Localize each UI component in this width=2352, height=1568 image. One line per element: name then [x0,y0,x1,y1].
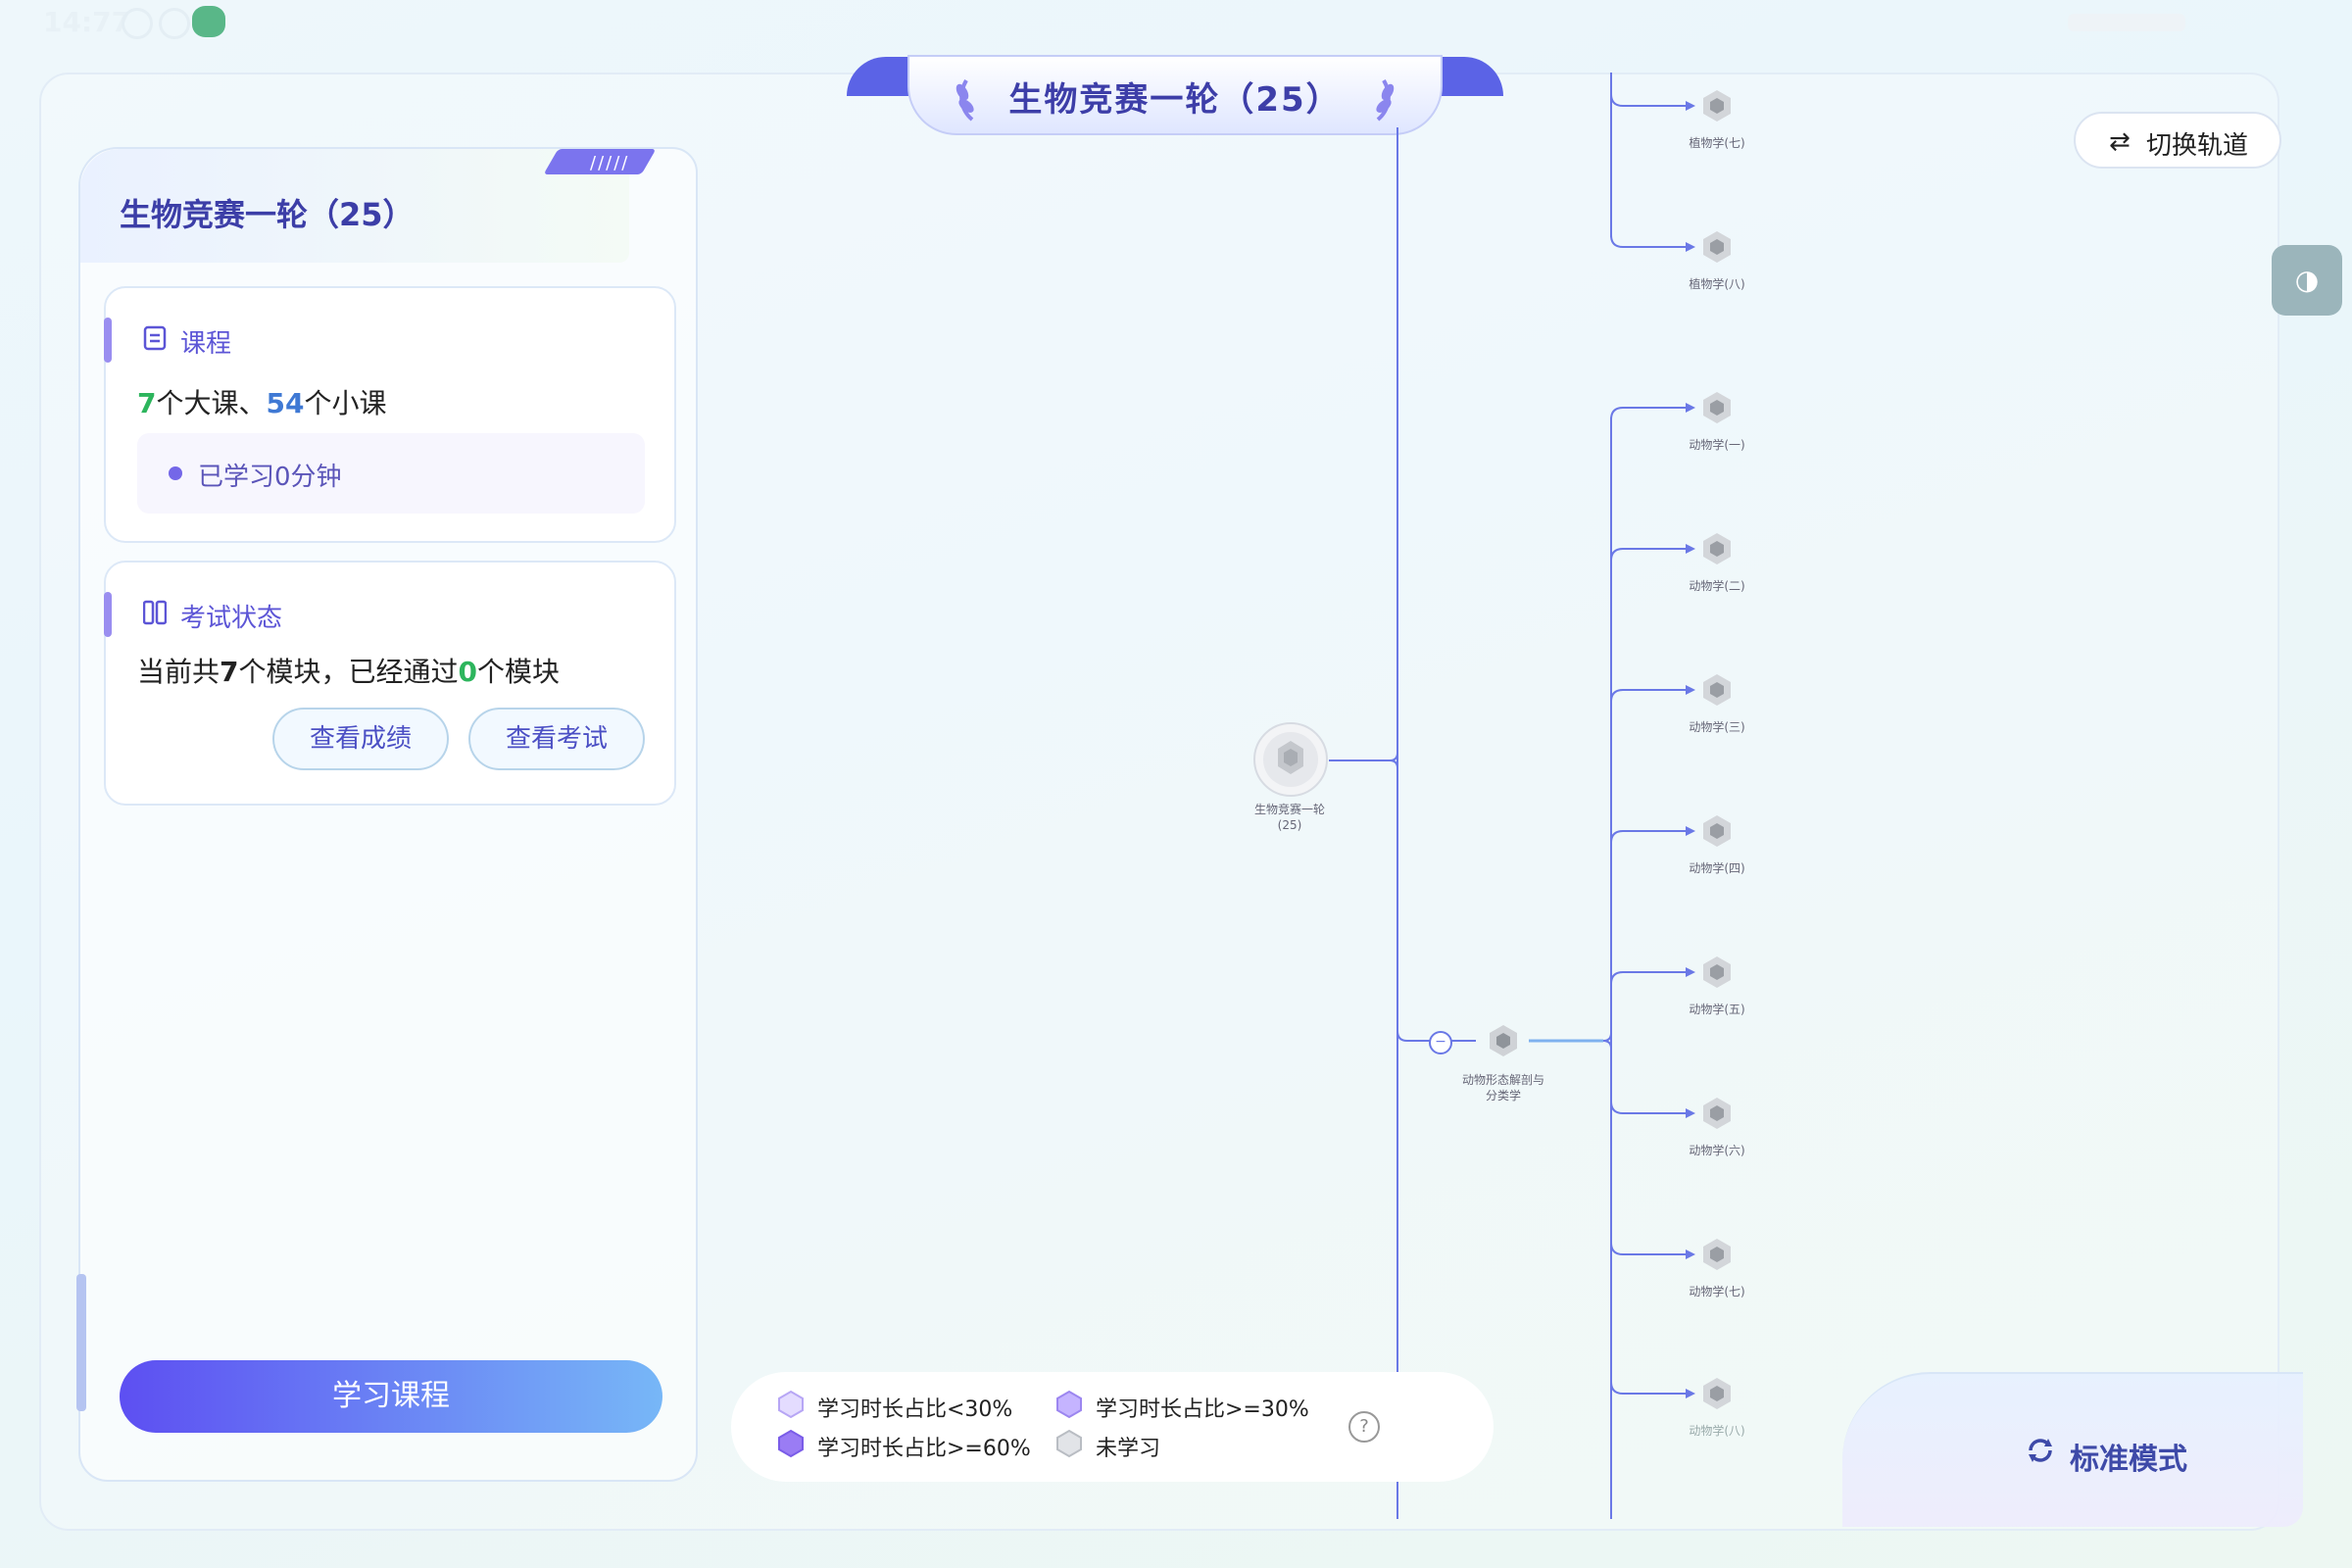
exam-text-suffix: 个模块 [477,656,561,688]
leaf-node-icon[interactable] [1695,670,1739,710]
progress-legend: 学习时长占比<30% 学习时长占比>=30% 学习时长占比>=60% 未学习 ? [731,1372,1494,1482]
leaf-node-label: 动物学(五) [1689,1003,1745,1016]
course-card-title: 课程 [180,329,232,359]
mode-panel[interactable]: 标准模式 [1842,1372,2303,1527]
modules-total: 7 [220,656,239,688]
branch-node-icon[interactable] [1482,1021,1525,1060]
small-course-count: 54 [266,387,305,419]
sync-icon [159,8,190,39]
leaf-node-icon[interactable] [1695,86,1739,125]
big-course-count: 7 [137,387,157,419]
card-accent [104,592,112,637]
studied-time-box: 已学习0分钟 [137,433,645,514]
status-time: 14:77 [43,6,131,38]
leaf-node-label: 动物学(八) [1689,1424,1745,1438]
laurel-right-icon [1376,79,1395,122]
leaf-node-icon[interactable] [1695,388,1739,427]
standard-mode-label: 标准模式 [2070,1443,2187,1477]
header-decoration-stripes: ///// [590,153,630,173]
branch-label-line2: 分类学 [1485,1089,1521,1102]
root-label-line2: (25) [1277,818,1302,832]
document-icon [143,325,167,351]
alarm-icon [122,8,153,39]
leaf-node-icon[interactable] [1695,1374,1739,1413]
swap-icon: ⇄ [2109,127,2131,157]
branch-node-label: 动物形态解剖与 分类学 [1445,1072,1562,1103]
app-notification-icon [192,6,225,37]
leaf-node-icon[interactable] [1695,227,1739,267]
big-course-suffix: 个大课、 [156,387,267,419]
gem-none-icon [1056,1429,1082,1458]
refresh-icon [2029,1439,2052,1462]
card-accent [104,318,112,363]
view-score-button[interactable]: 查看成绩 [272,708,449,770]
exam-card-title: 考试状态 [180,604,283,633]
studied-time: 已学习0分钟 [198,463,342,492]
panel-title: 生物竞赛一轮（25） [120,196,415,233]
gem-high-icon [778,1429,804,1458]
help-icon[interactable]: ? [1348,1411,1380,1443]
exam-status-card: 考试状态 当前共7个模块，已经通过0个模块 查看成绩 查看考试 [104,561,676,806]
branch-collapse-toggle[interactable]: − [1429,1031,1452,1054]
leaf-node-label: 动物学(三) [1689,720,1745,734]
switch-track-button[interactable]: ⇄ 切换轨道 [2074,112,2281,169]
panel-edge-tab [76,1274,86,1411]
leaf-node-label: 动物学(七) [1689,1285,1745,1298]
leaf-node-label: 植物学(七) [1689,136,1745,150]
course-card: 课程 7个大课、54个小课 已学习0分钟 [104,286,676,543]
bullet-dot [169,466,182,480]
contrast-toggle-button[interactable]: ◑ [2272,245,2342,316]
gem-low-icon [778,1390,804,1419]
study-course-button[interactable]: 学习课程 [120,1360,662,1433]
leaf-node-icon[interactable] [1695,529,1739,568]
legend-item-low: 学习时长占比<30% [817,1397,1013,1422]
leaf-node-icon[interactable] [1695,1235,1739,1274]
branch-label-line1: 动物形态解剖与 [1461,1073,1544,1087]
gem-mid-icon [1056,1390,1082,1419]
root-node-icon[interactable] [1252,721,1329,798]
legend-item-high: 学习时长占比>=60% [817,1437,1031,1461]
course-stats: 7个大课、54个小课 [137,382,386,421]
leaf-node-icon[interactable] [1695,953,1739,992]
exam-text-prefix: 当前共 [137,656,220,688]
course-info-panel: ///// 生物竞赛一轮（25） 课程 7个大课、54个小课 已学习0分钟 考试… [78,147,698,1482]
root-label-line1: 生物竞赛一轮 [1253,803,1325,816]
leaf-node-label: 动物学(一) [1689,438,1745,452]
system-status-icons [2068,14,2185,31]
exam-text-mid: 个模块，已经通过 [238,656,459,688]
view-exam-button[interactable]: 查看考试 [468,708,645,770]
leaf-node-label: 动物学(六) [1689,1144,1745,1157]
modules-passed: 0 [458,656,477,688]
root-node-label: 生物竞赛一轮 (25) [1231,802,1348,833]
leaf-node-label: 动物学(四) [1689,861,1745,875]
legend-item-mid: 学习时长占比>=30% [1096,1397,1309,1422]
legend-item-none: 未学习 [1096,1437,1161,1461]
small-course-suffix: 个小课 [304,387,387,419]
title-banner: 生物竞赛一轮（25） [907,55,1443,135]
leaf-node-label: 植物学(八) [1689,277,1745,291]
status-bar: 14:77 [0,0,2352,47]
switch-track-label: 切换轨道 [2146,131,2249,161]
book-icon [143,600,167,625]
leaf-node-label: 动物学(二) [1689,579,1745,593]
exam-summary: 当前共7个模块，已经通过0个模块 [137,651,560,690]
leaf-node-icon[interactable] [1695,1094,1739,1133]
leaf-node-icon[interactable] [1695,811,1739,851]
